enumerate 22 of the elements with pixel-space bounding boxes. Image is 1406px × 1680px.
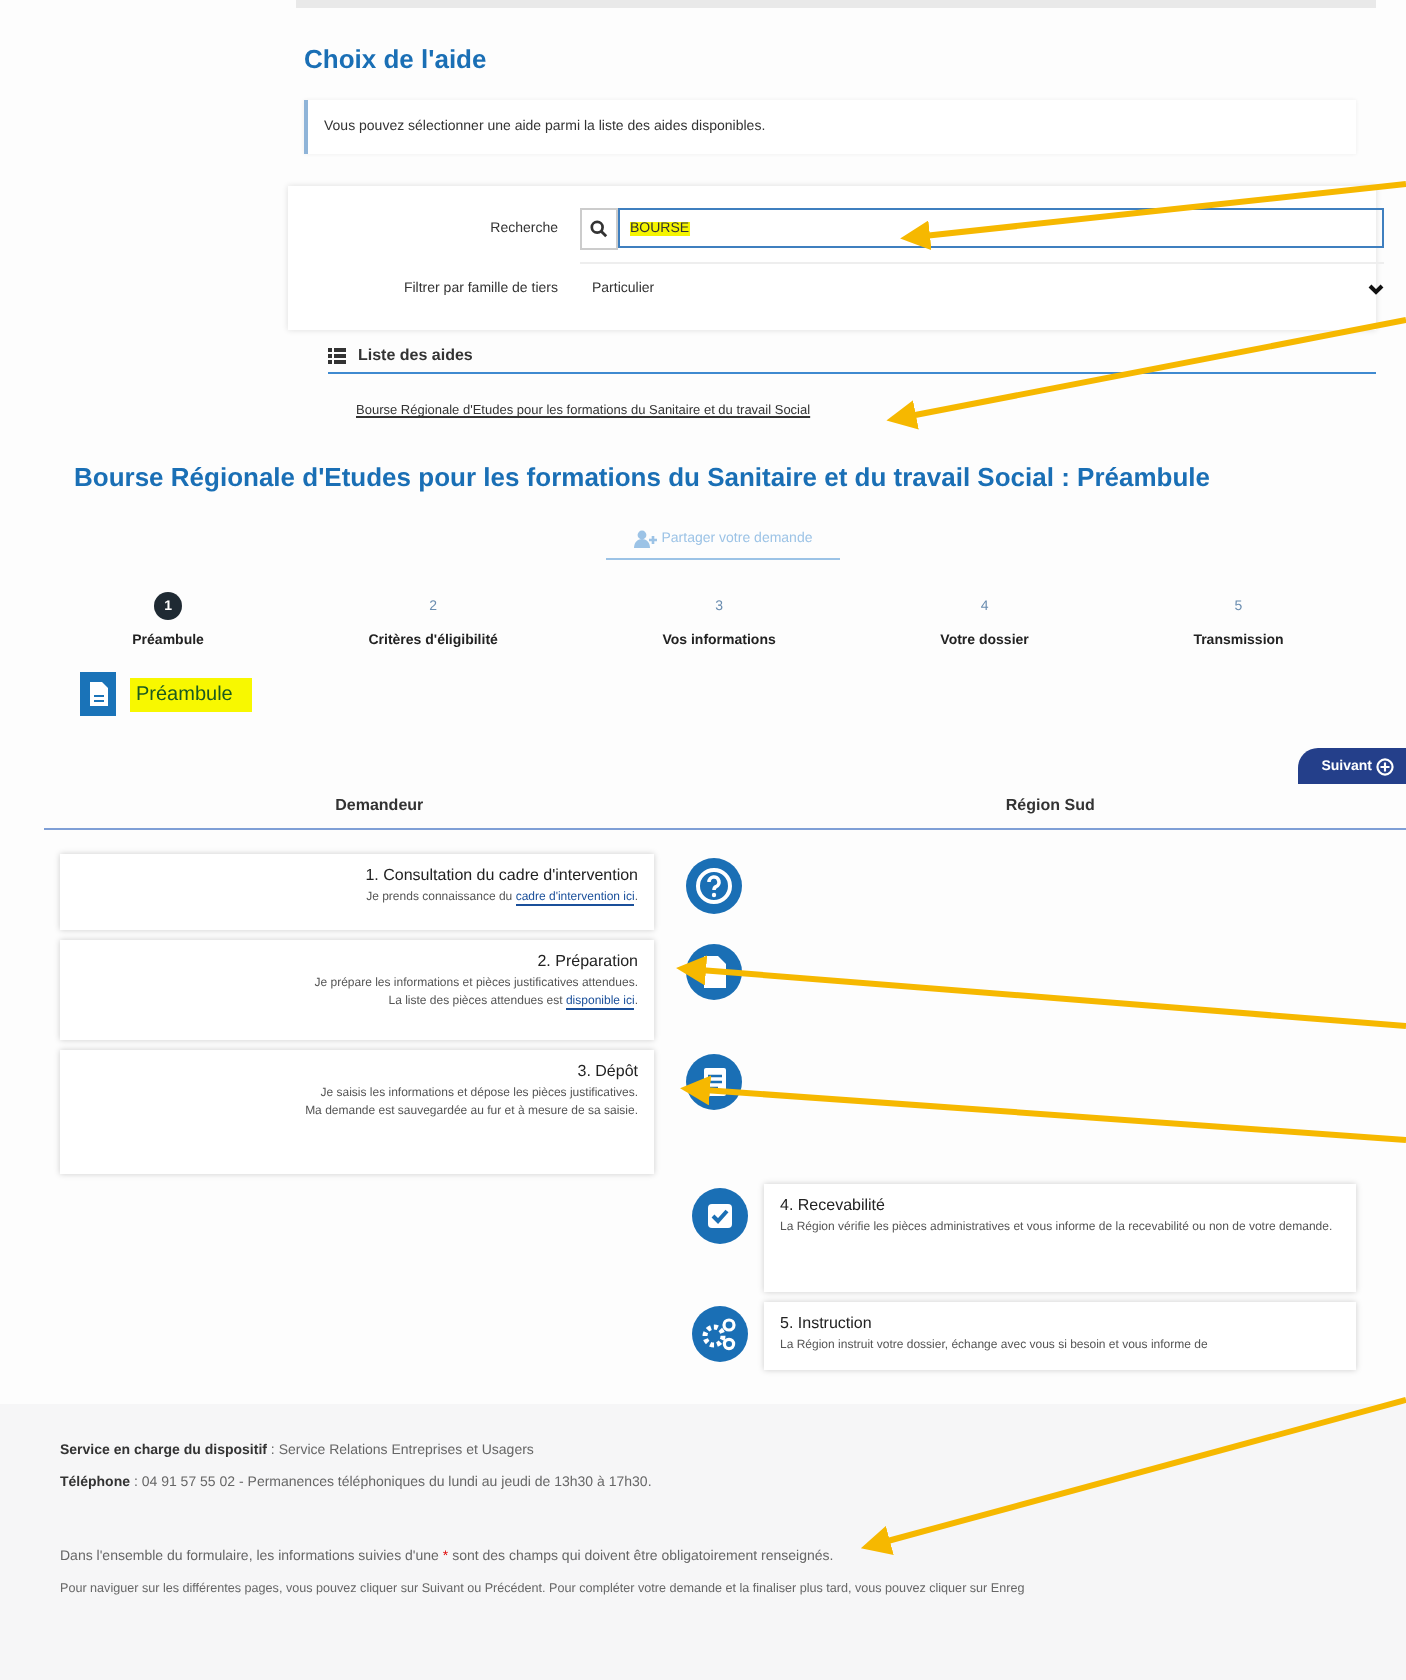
card-title: 3. Dépôt	[575, 1062, 638, 1080]
chevron-down-icon	[1368, 283, 1384, 295]
column-heading: Demandeur	[335, 796, 424, 814]
page-heading: Choix de l'aide	[304, 44, 489, 74]
card-title: 4. Recevabilité	[780, 1196, 887, 1214]
checkbox-icon	[692, 1188, 748, 1244]
card-title: 2. Préparation	[535, 952, 638, 970]
search-icon	[580, 208, 618, 250]
plus-circle-icon	[1376, 758, 1394, 776]
page-title: Bourse Régionale d'Etudes pour les formations du Sanitaire et du travail Social : Préambule	[74, 462, 1213, 492]
card-title: 5. Instruction	[780, 1314, 874, 1332]
list-title: Liste des aides	[358, 346, 473, 364]
card-title: 1. Consultation du cadre d'intervention	[363, 866, 638, 884]
file-icon	[686, 944, 742, 1000]
gears-icon	[692, 1306, 748, 1362]
user-add-icon	[633, 530, 658, 548]
document-icon	[80, 672, 116, 716]
section-title: Préambule	[130, 677, 253, 711]
column-heading: Région Sud	[1005, 796, 1095, 814]
list-icon	[328, 347, 346, 363]
notepad-icon	[686, 1054, 742, 1110]
question-icon	[686, 858, 742, 914]
